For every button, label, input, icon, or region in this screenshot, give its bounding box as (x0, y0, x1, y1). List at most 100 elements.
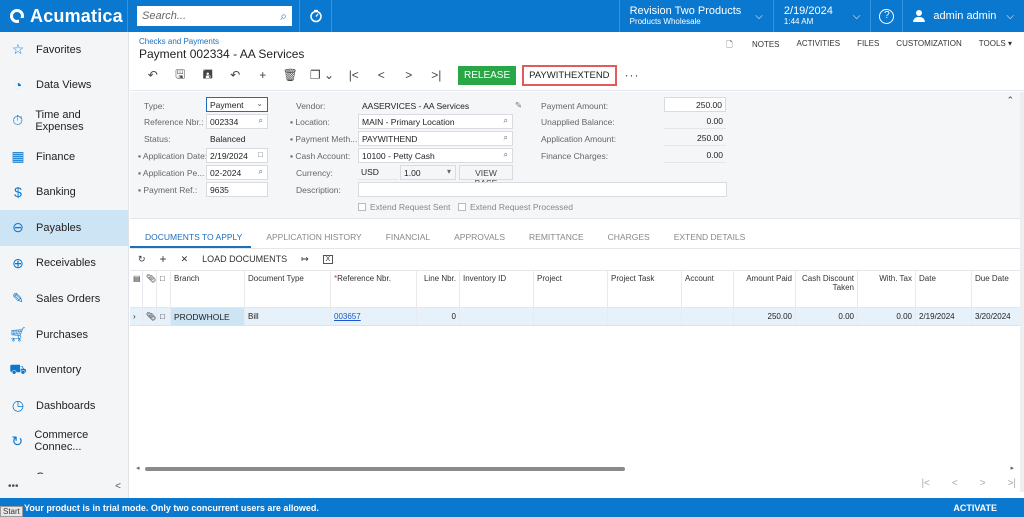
cell-document-type[interactable]: Bill (245, 308, 331, 325)
first-page-icon[interactable]: |< (921, 478, 929, 489)
sidebar-item-payables[interactable]: ⊖ Payables (0, 209, 128, 246)
table-row[interactable]: › 📎︎ □ PRODWHOLE Bill 003657 0 250.00 0.… (130, 308, 1020, 326)
business-date-selector[interactable]: 2/19/2024 1:44 AM ⌵ (772, 0, 871, 32)
notes-link[interactable]: 🗋︎ NOTES (726, 39, 779, 53)
paywithextend-button[interactable]: PAYWITHEXTEND (522, 64, 617, 86)
column-line-nbr[interactable]: Line Nbr. (417, 271, 460, 307)
activate-button[interactable]: ACTIVATE (953, 503, 997, 513)
column-reference-nbr[interactable]: *Reference Nbr. (331, 271, 417, 307)
description-field[interactable] (358, 182, 727, 197)
delete-row-icon[interactable]: ✕ (181, 254, 189, 265)
tab-extend-details[interactable]: EXTEND DETAILS (659, 226, 755, 248)
last-record-icon[interactable]: >| (423, 68, 451, 82)
export-excel-icon[interactable]: X (322, 254, 334, 264)
search-icon[interactable]: ⌕ (280, 9, 287, 24)
attachment-icon[interactable]: 📎︎ (143, 308, 157, 325)
cell-with-tax[interactable]: 0.00 (858, 308, 916, 325)
search-icon[interactable]: ⌕ (504, 150, 508, 160)
files-link[interactable]: FILES (857, 39, 879, 53)
calendar-icon[interactable]: □ (258, 150, 263, 159)
location-field[interactable]: MAIN - Primary Location ⌕ (358, 114, 513, 129)
reference-nbr-link[interactable]: 003657 (334, 312, 361, 321)
column-account[interactable]: Account (682, 271, 734, 307)
note-icon[interactable]: □ (157, 308, 171, 325)
cell-account[interactable] (682, 308, 734, 325)
help-button[interactable]: ? (870, 0, 902, 32)
search-icon[interactable]: ⌕ (504, 116, 508, 126)
search-icon[interactable]: ⌕ (259, 167, 263, 177)
copy-paste-icon[interactable]: ❐ ⌄ (304, 68, 340, 82)
column-amount-paid[interactable]: Amount Paid (734, 271, 796, 307)
sidebar-item-favorites[interactable]: ☆ Favorites (0, 32, 128, 68)
sidebar-item-sales-orders[interactable]: ✎ Sales Orders (0, 281, 128, 317)
extend-request-sent-checkbox[interactable]: Extend Request Sent (358, 202, 450, 212)
refresh-icon[interactable]: ↻ (138, 254, 146, 265)
search-icon[interactable]: ⌕ (504, 133, 508, 143)
application-date-field[interactable]: 2/19/2024 □ (206, 148, 268, 163)
undo-icon[interactable]: ↶ (222, 68, 250, 82)
cell-branch[interactable]: PRODWHOLE (171, 308, 245, 325)
scroll-right-icon[interactable]: ▸ (1010, 464, 1014, 472)
more-actions-button[interactable]: ··· (625, 68, 640, 82)
column-inventory-id[interactable]: Inventory ID (460, 271, 534, 307)
payment-ref-field[interactable]: 9635 (206, 182, 268, 197)
tools-menu[interactable]: TOOLS ▾ (979, 39, 1012, 53)
collapse-sidebar-button[interactable]: < (115, 481, 121, 492)
sidebar-item-time-and-expenses[interactable]: ⏱ Time and Expenses (0, 103, 128, 139)
search-icon[interactable]: ⌕ (259, 116, 263, 126)
view-base-button[interactable]: VIEW BASE (459, 165, 513, 188)
previous-record-icon[interactable]: < (368, 68, 396, 82)
column-settings-icon[interactable]: ▤ (130, 271, 143, 307)
sidebar-item-banking[interactable]: $ Banking (0, 174, 128, 210)
currency-rate-select[interactable]: 1.00 ▾ (400, 165, 456, 180)
customization-link[interactable]: CUSTOMIZATION (896, 39, 961, 53)
type-select[interactable]: Payment ⌄ (206, 97, 268, 112)
back-icon[interactable]: ↶ (139, 68, 167, 82)
sidebar-item-receivables[interactable]: ⊕ Receivables (0, 246, 128, 282)
first-record-icon[interactable]: |< (340, 68, 368, 82)
cell-reference-nbr[interactable]: 003657 (331, 308, 417, 325)
column-date[interactable]: Date (916, 271, 972, 307)
edit-vendor-icon[interactable]: ✎ (515, 100, 522, 111)
scroll-left-icon[interactable]: ◂ (136, 464, 140, 472)
cell-date[interactable]: 2/19/2024 (916, 308, 972, 325)
collapse-form-icon[interactable]: ⌃ (1006, 95, 1014, 106)
column-document-type[interactable]: Document Type (245, 271, 331, 307)
next-record-icon[interactable]: > (395, 68, 423, 82)
cell-cash-discount-taken[interactable]: 0.00 (796, 308, 858, 325)
column-with-tax[interactable]: With. Tax (858, 271, 916, 307)
next-page-icon[interactable]: > (980, 478, 986, 489)
payment-method-field[interactable]: PAYWITHEND ⌕ (358, 131, 513, 146)
application-period-field[interactable]: 02-2024 ⌕ (206, 165, 268, 180)
fit-columns-icon[interactable]: ↦ (301, 254, 309, 265)
column-project-task[interactable]: Project Task (608, 271, 682, 307)
tab-financial[interactable]: FINANCIAL (371, 226, 439, 248)
save-and-close-icon[interactable]: 🖫︎ (167, 65, 195, 86)
save-icon[interactable]: 🖪︎ (194, 65, 222, 86)
sidebar-item-data-views[interactable]: ◔ Data Views (0, 68, 128, 104)
cell-due-date[interactable]: 3/20/2024 (972, 308, 1020, 325)
sidebar-item-purchases[interactable]: 🛒︎ Purchases (0, 317, 128, 353)
cell-inventory-id[interactable] (460, 308, 534, 325)
vertical-scrollbar[interactable] (1020, 92, 1024, 492)
expand-row-icon[interactable]: › (130, 308, 143, 325)
cash-account-field[interactable]: 10100 - Petty Cash ⌕ (358, 148, 513, 163)
more-modules-button[interactable]: ••• (8, 481, 19, 492)
tab-charges[interactable]: CHARGES (593, 226, 659, 248)
sidebar-item-commerce-connector[interactable]: ↻ Commerce Connec... (0, 424, 128, 460)
breadcrumb[interactable]: Checks and Payments (139, 37, 219, 46)
activities-link[interactable]: ACTIVITIES (797, 39, 841, 53)
add-row-icon[interactable]: + (160, 252, 167, 266)
delete-icon[interactable]: 🗑︎ (277, 68, 305, 82)
cell-project-task[interactable] (608, 308, 682, 325)
reference-nbr-field[interactable]: 002334 ⌕ (206, 114, 268, 129)
logo[interactable]: Acumatica (0, 0, 128, 32)
column-branch[interactable]: Branch (171, 271, 245, 307)
cell-line-nbr[interactable]: 0 (417, 308, 460, 325)
cell-project[interactable] (534, 308, 608, 325)
cell-amount-paid[interactable]: 250.00 (734, 308, 796, 325)
search-input[interactable]: Search... ⌕ (137, 6, 292, 26)
release-button[interactable]: RELEASE (458, 65, 517, 85)
add-icon[interactable]: + (249, 68, 277, 82)
company-selector[interactable]: Revision Two Products Products Wholesale… (618, 0, 773, 32)
